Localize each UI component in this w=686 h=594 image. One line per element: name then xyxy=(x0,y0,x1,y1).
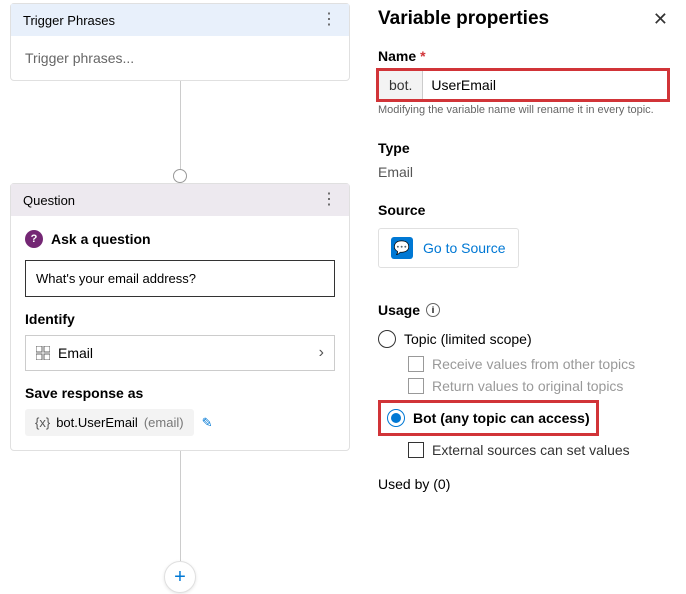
checkbox-icon xyxy=(408,442,424,458)
identify-selector[interactable]: Email › xyxy=(25,335,335,371)
variable-name: bot.UserEmail xyxy=(56,415,138,430)
identify-value: Email xyxy=(58,345,93,361)
variable-properties-panel: Variable properties ✕ Name * bot. Modify… xyxy=(360,0,686,594)
question-header-label: Question xyxy=(23,193,75,208)
entity-icon xyxy=(36,346,50,360)
usage-radio-topic[interactable]: Topic (limited scope) xyxy=(378,328,668,350)
connector-line-2 xyxy=(180,451,181,561)
variable-name-input[interactable] xyxy=(423,71,667,99)
close-icon[interactable]: ✕ xyxy=(653,9,668,30)
usage-check-external[interactable]: External sources can set values xyxy=(408,442,668,458)
variable-x-icon: {x} xyxy=(35,415,50,430)
add-node-button[interactable]: + xyxy=(164,561,196,593)
source-icon: 💬 xyxy=(391,237,413,259)
go-to-source-button[interactable]: 💬 Go to Source xyxy=(378,228,519,268)
usage-return-label: Return values to original topics xyxy=(432,378,623,394)
ask-question-title: ? Ask a question xyxy=(25,230,335,248)
checkbox-icon xyxy=(408,378,424,394)
name-input-wrapper: bot. xyxy=(378,70,668,100)
name-prefix: bot. xyxy=(379,71,423,99)
used-by-label: Used by (0) xyxy=(378,476,668,492)
ask-question-label: Ask a question xyxy=(51,231,151,247)
connector-node xyxy=(173,169,187,183)
usage-radio-bot[interactable]: Bot (any topic can access) xyxy=(387,407,590,429)
bot-usage-highlight: Bot (any topic can access) xyxy=(378,400,599,436)
question-text-input[interactable] xyxy=(25,260,335,297)
type-value: Email xyxy=(378,164,668,180)
variable-chip[interactable]: {x} bot.UserEmail (email) xyxy=(25,409,194,436)
type-label: Type xyxy=(378,140,668,156)
panel-title: Variable properties xyxy=(378,8,549,30)
usage-external-label: External sources can set values xyxy=(432,442,630,458)
question-icon: ? xyxy=(25,230,43,248)
chevron-right-icon: › xyxy=(319,344,324,362)
usage-check-receive: Receive values from other topics xyxy=(408,356,668,372)
info-icon[interactable]: i xyxy=(426,303,440,317)
name-label: Name xyxy=(378,48,416,64)
trigger-phrases-placeholder[interactable]: Trigger phrases... xyxy=(11,36,349,80)
radio-checked-icon xyxy=(387,409,405,427)
checkbox-icon xyxy=(408,356,424,372)
usage-label: Usage xyxy=(378,302,420,318)
usage-bot-label: Bot (any topic can access) xyxy=(413,410,590,426)
trigger-header-label: Trigger Phrases xyxy=(23,13,115,28)
source-label: Source xyxy=(378,202,668,218)
usage-receive-label: Receive values from other topics xyxy=(432,356,635,372)
trigger-menu-dots[interactable]: ⋮ xyxy=(321,12,337,28)
source-link-text: Go to Source xyxy=(423,240,506,256)
required-star: * xyxy=(420,48,425,64)
question-card-header: Question ⋮ xyxy=(11,184,349,216)
question-card: Question ⋮ ? Ask a question Identify Ema… xyxy=(10,183,350,451)
question-menu-dots[interactable]: ⋮ xyxy=(321,192,337,208)
usage-topic-label: Topic (limited scope) xyxy=(404,331,532,347)
radio-icon xyxy=(378,330,396,348)
save-response-label: Save response as xyxy=(25,385,335,401)
edit-pencil-icon[interactable]: ✎ xyxy=(202,415,213,431)
connector-line xyxy=(180,81,181,176)
name-hint: Modifying the variable name will rename … xyxy=(378,104,668,116)
usage-check-return: Return values to original topics xyxy=(408,378,668,394)
identify-label: Identify xyxy=(25,311,335,327)
trigger-card-header: Trigger Phrases ⋮ xyxy=(11,4,349,36)
trigger-phrases-card: Trigger Phrases ⋮ Trigger phrases... xyxy=(10,3,350,81)
variable-type-suffix: (email) xyxy=(144,415,184,430)
